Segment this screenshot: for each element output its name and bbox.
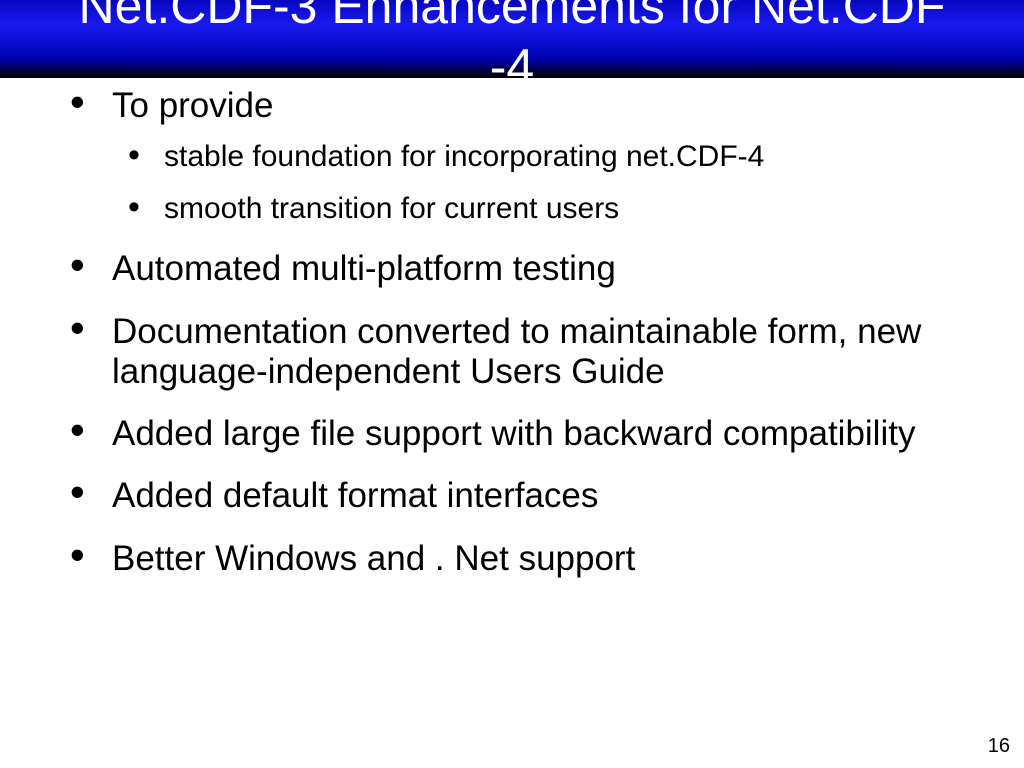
sub-bullet-text: stable foundation for incorporating net.…: [164, 140, 764, 173]
bullet-text: Better Windows and . Net support: [112, 539, 635, 578]
sub-bullet-item: stable foundation for incorporating net.…: [112, 138, 986, 176]
bullet-text: To provide: [112, 86, 273, 125]
slide-title-line1: Net.CDF-3 Enhancements for Net.CDF: [0, 0, 1024, 36]
bullet-item: Added large file support with backward c…: [56, 414, 986, 454]
bullet-text: Added large file support with backward c…: [112, 414, 915, 453]
slide-body: To provide stable foundation for incorpo…: [56, 86, 986, 601]
page-number: 16: [988, 735, 1010, 758]
bullet-item: Better Windows and . Net support: [56, 539, 986, 579]
bullet-text: Added default format interfaces: [112, 476, 598, 515]
bullet-item: Automated multi-platform testing: [56, 249, 986, 289]
slide: Net.CDF-3 Enhancements for Net.CDF -4 To…: [0, 0, 1024, 768]
bullet-text: Automated multi-platform testing: [112, 249, 616, 288]
bullet-item: To provide stable foundation for incorpo…: [56, 86, 986, 227]
bullet-item: Added default format interfaces: [56, 476, 986, 516]
bullet-item: Documentation converted to maintainable …: [56, 312, 986, 393]
bullet-text: Documentation converted to maintainable …: [112, 312, 921, 391]
sub-bullet-item: smooth transition for current users: [112, 190, 986, 228]
sub-bullet-text: smooth transition for current users: [164, 192, 619, 225]
